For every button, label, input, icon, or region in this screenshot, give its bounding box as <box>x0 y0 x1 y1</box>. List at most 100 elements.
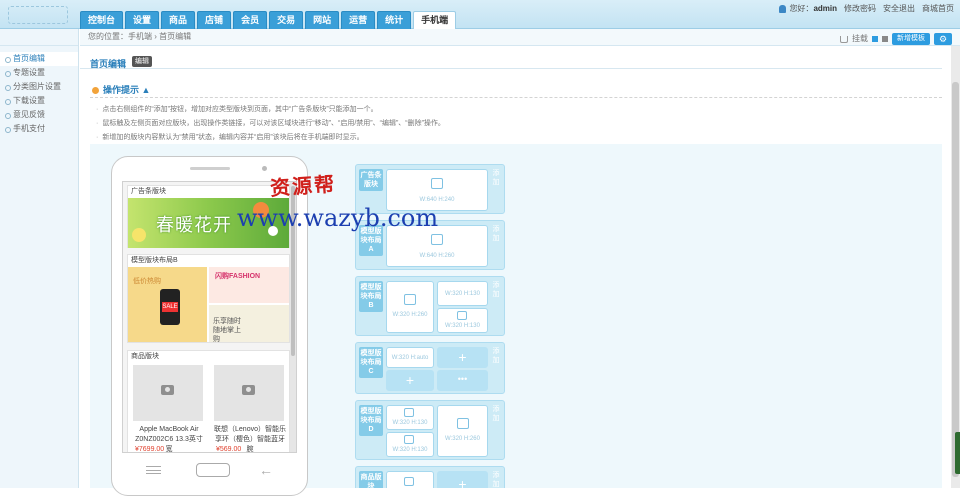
more-dots-icon[interactable]: ••• <box>437 370 488 391</box>
phone-buttons: ← <box>126 461 296 481</box>
nav-stats[interactable]: 统计 <box>377 11 412 29</box>
breadcrumb-bar: 您的位置：手机端 › 首页编辑 挂载 新增模板 ⚙ <box>80 29 960 46</box>
phone-speaker <box>190 167 230 170</box>
user-greeting: 您好：admin <box>779 3 837 14</box>
cell-dimension: W:640 H:260 <box>419 253 455 259</box>
mall-home-link[interactable]: 商城首页 <box>922 3 954 14</box>
template-block[interactable]: 模型版块布局B 低价热购 闪购FASHION 乐享随时随地掌上购 <box>127 254 290 343</box>
sidebar-header <box>0 29 78 46</box>
blue-square-icon[interactable] <box>872 36 878 42</box>
module-name: 模型版块布局D <box>359 405 383 436</box>
divider <box>90 97 942 98</box>
image-icon <box>431 234 443 245</box>
nav-store[interactable]: 店铺 <box>197 11 232 29</box>
sidebar-item-topic[interactable]: 专题设置 <box>0 66 78 80</box>
add-template-button[interactable]: 新增模板 <box>892 33 930 45</box>
module-cell: W:320 H:130 <box>386 405 434 430</box>
add-link[interactable]: 添加 <box>490 471 502 488</box>
module-layout-c[interactable]: 模型版块布局C W:320 H:auto + + ••• 添加 <box>355 342 505 394</box>
goods-price: ¥569.00 <box>216 446 242 453</box>
image-icon <box>404 408 414 417</box>
nav-member[interactable]: 会员 <box>233 11 268 29</box>
logout-link[interactable]: 安全退出 <box>883 3 915 14</box>
menu-icon <box>146 466 161 474</box>
page-scrollbar[interactable] <box>951 46 960 488</box>
template-rt-caption: 闪购FASHION <box>215 273 261 280</box>
goods-card[interactable]: Apple MacBook Air Z0NZ002C6 13.3英寸宽 ¥769… <box>130 363 208 452</box>
nav-dashboard[interactable]: 控制台 <box>80 11 124 29</box>
template-right-bottom-image: 乐享随时随地掌上购 <box>209 305 289 343</box>
goods-card[interactable]: 联想（Lenovo）智能乐享环（樱色）智能蓝牙腕 ¥569.00 <box>211 363 289 453</box>
image-icon <box>456 418 469 429</box>
nav-operation[interactable]: 运营 <box>341 11 376 29</box>
sidebar-item-home-edit[interactable]: 首页编辑 <box>0 52 78 66</box>
module-palette: 广告条版块 W:640 H:240 添加 模型版块布局A W:640 H:260… <box>345 144 505 488</box>
add-link[interactable]: 添加 <box>490 169 502 187</box>
gray-square-icon[interactable] <box>882 36 888 42</box>
nav-mobile[interactable]: 手机端 <box>413 11 457 29</box>
template-grid: 低价热购 闪购FASHION 乐享随时随地掌上购 <box>128 267 289 343</box>
nav-website[interactable]: 网站 <box>305 11 340 29</box>
editor-stage: 广告条版块 春暖花开 模型版块布局B 低价热购 SALE 闪购FASHION 乐… <box>90 144 942 496</box>
goods-block-title: 商品版块 <box>131 353 159 360</box>
sidebar-item-feedback[interactable]: 意见反馈 <box>0 108 78 122</box>
image-icon <box>404 294 416 305</box>
nav-trade[interactable]: 交易 <box>269 11 304 29</box>
cell-dimension: W:320 H:130 <box>392 420 428 426</box>
tips-toggle[interactable]: 操作提示 ▲ <box>92 83 150 96</box>
sidebar-item-category-image[interactable]: 分类图片设置 <box>0 80 78 94</box>
module-name: 商品版块 <box>359 471 383 488</box>
page-title: 首页编辑 <box>90 59 127 69</box>
add-cell-plus-icon[interactable]: + <box>437 347 488 368</box>
add-link[interactable]: 添加 <box>490 225 502 243</box>
sidebar-item-download[interactable]: 下载设置 <box>0 94 78 108</box>
module-cell: W:320 H:130 <box>386 432 434 457</box>
tip-item: 点击右侧组件的“添加”按钮，增加对应类型版块到页面，其中“广告条版块”只能添加一… <box>96 104 377 114</box>
phone-camera <box>262 166 267 171</box>
camera-icon <box>161 385 174 395</box>
add-cell-plus-icon[interactable]: + <box>386 370 434 391</box>
goods-block[interactable]: 商品版块 Apple MacBook Air Z0NZ002C6 13.3英寸宽… <box>127 350 290 453</box>
module-goods[interactable]: 商品版块 + 添加 <box>355 466 505 488</box>
add-cell-plus-icon[interactable]: + <box>437 471 488 488</box>
banner-text: 春暖花开 <box>156 215 232 235</box>
cart-icon <box>840 35 848 43</box>
sidebar-item-mobile-pay[interactable]: 手机支付 <box>0 122 78 136</box>
module-cell: W:320 H:auto <box>386 347 434 368</box>
module-cell: W:320 H:260 <box>437 405 488 457</box>
main-nav: 控制台 设置 商品 店铺 会员 交易 网站 运营 统计 手机端 <box>80 11 458 29</box>
image-icon <box>431 178 443 189</box>
edge-widget[interactable] <box>955 432 960 474</box>
tip-item: 新增加的版块内容默认为“禁用”状态，编辑内容并“启用”该块后将在手机端即时显示。 <box>96 132 363 142</box>
goods-image <box>133 365 203 421</box>
cell-dimension: W:320 H:260 <box>445 436 480 442</box>
watermark-cn: 资源帮 <box>269 171 337 201</box>
breadcrumb: 您的位置：手机端 › 首页编辑 <box>88 32 192 41</box>
cell-dimension: W:320 H:auto <box>391 355 429 361</box>
nav-settings[interactable]: 设置 <box>125 11 160 29</box>
module-cell: W:320 H:260 <box>386 281 434 333</box>
change-password-link[interactable]: 修改密码 <box>844 3 876 14</box>
flower-shape <box>132 228 146 242</box>
page-scroll-thumb[interactable] <box>952 82 959 477</box>
gear-icon[interactable]: ⚙ <box>934 33 952 45</box>
image-icon <box>456 311 467 320</box>
add-link[interactable]: 添加 <box>490 281 502 299</box>
module-layout-d[interactable]: 模型版块布局D W:320 H:130 W:320 H:130 W:320 H:… <box>355 400 505 460</box>
toolbar: 挂载 新增模板 ⚙ <box>840 31 952 47</box>
module-layout-b[interactable]: 模型版块布局B W:320 H:260 W:320 H:130 W:320 H:… <box>355 276 505 336</box>
module-name: 广告条版块 <box>359 169 383 191</box>
sale-phone-image <box>160 289 180 325</box>
page-titlebar: 首页编辑 编辑 <box>80 51 942 69</box>
edit-tag[interactable]: 编辑 <box>132 56 152 67</box>
module-cell: W:320 H:130 <box>437 281 488 306</box>
add-link[interactable]: 添加 <box>490 347 502 365</box>
back-arrow-icon: ← <box>259 462 273 478</box>
mount-label[interactable]: 挂载 <box>852 31 868 47</box>
top-header: 控制台 设置 商品 店铺 会员 交易 网站 运营 统计 手机端 您好：admin… <box>0 0 960 29</box>
cell-dimension: W:320 H:260 <box>392 312 428 318</box>
cell-dimension: W:640 H:240 <box>419 197 455 203</box>
image-icon <box>404 435 414 444</box>
nav-goods[interactable]: 商品 <box>161 11 196 29</box>
add-link[interactable]: 添加 <box>490 405 502 423</box>
